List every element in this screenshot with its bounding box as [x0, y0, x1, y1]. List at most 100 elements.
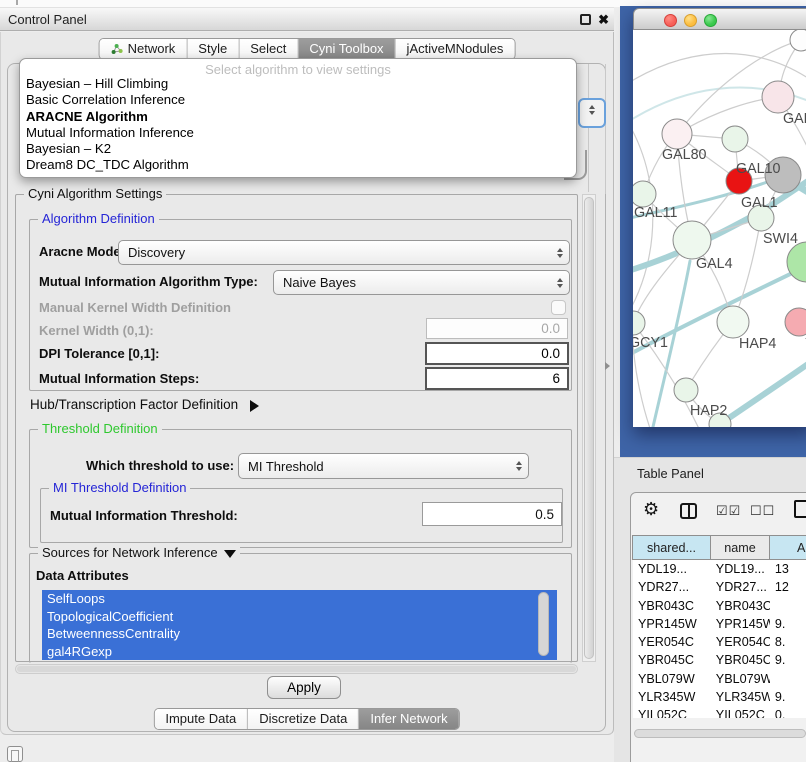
node-swi4-label: SWI4	[763, 231, 798, 247]
column-header-A[interactable]: A	[769, 535, 806, 560]
algorithm-option[interactable]: Mutual Information Inference	[26, 125, 576, 141]
algorithm-option[interactable]: Basic Correlation Inference	[26, 92, 576, 108]
tab-label: jActiveMNodules	[407, 39, 504, 59]
node-gal-pink[interactable]	[762, 81, 794, 113]
table-cell	[770, 670, 806, 688]
node-gal10[interactable]	[722, 126, 748, 152]
aracne-mode-combo[interactable]: Discovery	[118, 240, 570, 265]
node-gal80[interactable]	[662, 119, 692, 149]
attribute-item-selected[interactable]: gal4RGexp	[42, 643, 557, 661]
tab-select[interactable]: Select	[238, 39, 297, 59]
table-horizontal-scrollbar[interactable]	[634, 729, 806, 738]
mi-steps-label: Mutual Information Steps:	[39, 371, 199, 386]
minimize-traffic-light-icon[interactable]	[684, 14, 697, 27]
attribute-list-scrollbar[interactable]	[538, 592, 549, 656]
algorithm-option[interactable]: ARACNE Algorithm	[26, 109, 576, 125]
settings-vertical-scrollbar[interactable]	[582, 194, 596, 662]
hub-definition-toggle[interactable]: Hub/Transcription Factor Definition	[30, 397, 259, 412]
close-traffic-light-icon[interactable]	[664, 14, 677, 27]
node-gal1-label: GAL1	[741, 195, 778, 211]
split-columns-icon[interactable]	[680, 503, 697, 519]
table-cell: 9.	[770, 615, 806, 633]
control-panel-body: NetworkStyleSelectCyni Toolbox jActiveMNo…	[0, 32, 614, 735]
node-hap4[interactable]	[717, 306, 749, 338]
mi-algorithm-type-combo[interactable]: Naive Bayes	[273, 270, 570, 295]
control-panel-title: Control Panel	[8, 8, 87, 31]
algorithm-option[interactable]: Bayesian – Hill Climbing	[26, 76, 576, 92]
network-canvas[interactable]: GALGAL80GAL10GAL1GAL11SWI4GAL4GCY1HAP4YH…	[633, 30, 806, 427]
zoom-traffic-light-icon[interactable]	[704, 14, 717, 27]
column-header-shared...[interactable]: shared...	[632, 535, 711, 560]
tab-discretize-data[interactable]: Discretize Data	[247, 709, 358, 729]
algorithm-definition-title: Algorithm Definition	[38, 211, 159, 226]
pane-divider-arrow-icon[interactable]	[605, 362, 610, 370]
kernel-width-field[interactable]: 0.0	[426, 318, 568, 339]
apply-button[interactable]: Apply	[267, 676, 341, 699]
gear-icon[interactable]: ⚙	[643, 499, 659, 520]
tab-label: Impute Data	[165, 709, 236, 729]
table-cell: YLR345W	[633, 688, 711, 706]
node-pink-right[interactable]	[785, 308, 806, 336]
attribute-item-selected[interactable]: BetweennessCentrality	[42, 625, 557, 643]
which-threshold-combo[interactable]: MI Threshold	[238, 453, 529, 479]
settings-horizontal-scrollbar[interactable]	[15, 664, 578, 674]
tab-cyni-toolbox[interactable]: Cyni Toolbox	[297, 39, 394, 59]
document-icon[interactable]	[794, 500, 806, 518]
table-cell: YER054C	[711, 633, 770, 651]
float-window-icon[interactable]	[580, 14, 591, 25]
combo-spinner-icon	[516, 461, 522, 471]
mi-threshold-field[interactable]: 0.5	[422, 502, 562, 526]
background-group-border	[605, 64, 606, 194]
mi-steps-field[interactable]: 6	[425, 367, 569, 390]
table-row[interactable]: YBR045CYBR045C9.	[633, 651, 806, 669]
node-gal4-label: GAL4	[696, 256, 733, 272]
table-cell: YBR045C	[711, 651, 770, 669]
attribute-item-selected[interactable]: TopologicalCoefficient	[42, 608, 557, 626]
expanded-arrow-icon	[224, 550, 236, 558]
column-header-name[interactable]: name	[710, 535, 770, 560]
table-row[interactable]: YLR345WYLR345W9.	[633, 688, 806, 706]
table-row[interactable]: YIL052CYIL052C0.	[633, 706, 806, 718]
table-row[interactable]: YDL19...YDL19...13	[633, 560, 806, 578]
table-cell: 8.	[770, 633, 806, 651]
algorithm-option[interactable]: Dream8 DC_TDC Algorithm	[26, 157, 576, 173]
table-cell: 12	[770, 578, 806, 596]
tab-infer-network[interactable]: Infer Network	[358, 709, 458, 729]
bottom-left-grid-icon[interactable]	[7, 746, 23, 762]
hub-definition-label: Hub/Transcription Factor Definition	[30, 397, 238, 412]
node-hap2[interactable]	[674, 378, 698, 402]
algorithm-placeholder: Select algorithm to view settings	[20, 59, 576, 76]
deselect-all-checkboxes-icon[interactable]: ☐☐	[750, 503, 775, 519]
table-row[interactable]: YPR145WYPR145W9.	[633, 615, 806, 633]
node-top-partial[interactable]	[790, 30, 806, 51]
algorithm-dropdown-popup: Select algorithm to view settings Bayesi…	[19, 58, 577, 178]
combo-spinner-icon	[557, 248, 563, 258]
manual-kernel-width-checkbox[interactable]	[551, 300, 566, 315]
dpi-tolerance-field[interactable]: 0.0	[425, 342, 569, 365]
node-gal10-label: GAL10	[736, 161, 781, 177]
node-gcy1[interactable]	[633, 311, 645, 335]
select-all-checkboxes-icon[interactable]: ☑☑	[716, 503, 741, 519]
sources-group-title[interactable]: Sources for Network Inference	[38, 545, 240, 560]
algorithm-option[interactable]: Bayesian – K2	[26, 141, 576, 157]
tab-style[interactable]: Style	[186, 39, 238, 59]
table-row[interactable]: YDR27...YDR27...12	[633, 578, 806, 596]
node-hap4-label: HAP4	[739, 336, 776, 352]
node-gal80-label: GAL80	[662, 147, 707, 163]
table-row[interactable]: YBL079WYBL079W	[633, 670, 806, 688]
tab-impute-data[interactable]: Impute Data	[154, 709, 247, 729]
node-gal4[interactable]	[673, 221, 711, 259]
data-attributes-list[interactable]: SelfLoopsTopologicalCoefficientBetweenne…	[42, 590, 557, 660]
node-gal-pink-label: GAL	[783, 111, 806, 127]
table-panel: Table Panel ⚙ ☑☑ ☐☐ shared...nameA YDL19…	[614, 457, 806, 762]
close-icon[interactable]: ✖	[598, 8, 609, 31]
node-gal11[interactable]	[633, 181, 656, 207]
spinner-up-icon	[589, 105, 595, 109]
table-row[interactable]: YBR043CYBR043C	[633, 597, 806, 615]
attribute-item-selected[interactable]: SelfLoops	[42, 590, 557, 608]
table-cell: YDR27...	[633, 578, 711, 596]
table-cell: YBR045C	[633, 651, 711, 669]
tab-jactivemnodules[interactable]: jActiveMNodules	[395, 39, 515, 59]
tab-network[interactable]: Network	[100, 39, 187, 59]
table-row[interactable]: YER054CYER054C8.	[633, 633, 806, 651]
